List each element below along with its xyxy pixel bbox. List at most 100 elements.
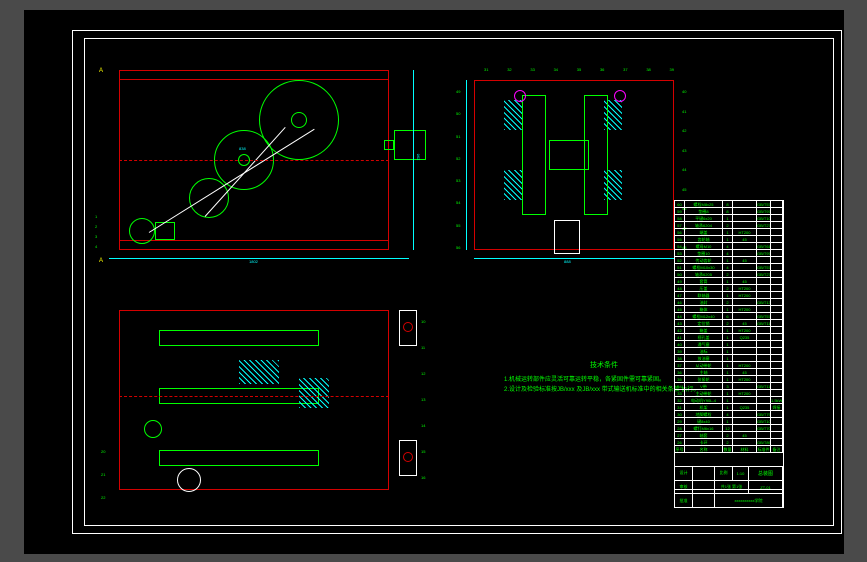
bom-cell-no: 52 bbox=[675, 257, 685, 263]
bom-cell-std bbox=[757, 292, 771, 298]
bom-cell-name: 端盖 bbox=[685, 229, 723, 235]
b53: 53 bbox=[456, 179, 460, 183]
bom-cell-note bbox=[771, 285, 783, 291]
bom-cell-note bbox=[771, 425, 783, 431]
bom-cell-material: Q235 bbox=[733, 404, 757, 410]
bom-cell-std: GB/T70.1 bbox=[757, 425, 771, 431]
bom-cell-note bbox=[771, 292, 783, 298]
bom-cell-material bbox=[733, 418, 757, 424]
bom-cell-material: HT200 bbox=[733, 229, 757, 235]
bom-cell-qty: 1 bbox=[723, 236, 733, 242]
b40: 40 bbox=[682, 90, 686, 94]
bom-cell-name: 卡环 bbox=[685, 439, 723, 445]
bom-cell-note bbox=[771, 222, 783, 228]
bom-cell-material bbox=[733, 425, 757, 431]
bom-cell-qty: 2 bbox=[723, 439, 733, 445]
b41: 41 bbox=[682, 110, 686, 114]
bom-header-row: 序号名称数量材料标准件备注 bbox=[675, 446, 783, 453]
bom-row: 50轴承62052GB/T276 bbox=[675, 271, 783, 278]
bom-cell-std: GB/T799 bbox=[757, 411, 771, 417]
b35: 35 bbox=[577, 68, 581, 72]
bom-cell-name: 传动齿轮 bbox=[685, 257, 723, 263]
bom-cell-std bbox=[757, 236, 771, 242]
pb11: 11 bbox=[421, 346, 425, 350]
bom-row: 55齿轮轴145 bbox=[675, 236, 783, 243]
bom-cell-qty: 3 bbox=[723, 383, 733, 389]
b36: 36 bbox=[600, 68, 604, 72]
bom-cell-qty: 2 bbox=[723, 299, 733, 305]
tb-drawn-lbl: 设计 bbox=[675, 467, 693, 480]
bom-cell-qty: 4 bbox=[723, 264, 733, 270]
frame-top-rail bbox=[119, 70, 389, 80]
bom-cell-material bbox=[733, 222, 757, 228]
bom-cell-no: 44 bbox=[675, 313, 685, 319]
bom-cell-qty: 1 bbox=[723, 404, 733, 410]
bom-row: 58平键6x201GB/T1096 bbox=[675, 215, 783, 222]
bom-cell-note bbox=[771, 341, 783, 347]
b49: 49 bbox=[456, 90, 460, 94]
bom-cell-name: 从动带轮 bbox=[685, 362, 723, 368]
pb21: 21 bbox=[101, 473, 105, 477]
dim-top-w-val: 888 bbox=[564, 260, 571, 264]
bom-cell-material: 45 bbox=[733, 432, 757, 438]
bom-cell-material bbox=[733, 341, 757, 347]
bom-cell-std bbox=[757, 369, 771, 375]
bom-cell-material: HT200 bbox=[733, 362, 757, 368]
bom-cell-no: 48 bbox=[675, 285, 685, 291]
bom-cell-material bbox=[733, 271, 757, 277]
b33: 33 bbox=[530, 68, 534, 72]
bom-cell-name: 压盖 bbox=[685, 285, 723, 291]
roller-3 bbox=[159, 450, 319, 466]
bom-cell-no: 29 bbox=[675, 418, 685, 424]
bom-cell-qty: 2 bbox=[723, 320, 733, 326]
bom-cell-std: GB/T11544 bbox=[757, 383, 771, 389]
bom-cell-note bbox=[771, 306, 783, 312]
b34: 34 bbox=[554, 68, 558, 72]
bom-cell-std bbox=[757, 285, 771, 291]
bom-cell-std bbox=[757, 278, 771, 284]
bom-cell-qty: 4 bbox=[723, 250, 733, 256]
bom-cell-material: HT200 bbox=[733, 327, 757, 333]
bom-cell-name: 油标 bbox=[685, 348, 723, 354]
bom-row: 42箱盖1HT200 bbox=[675, 327, 783, 334]
bom-cell-no: 56 bbox=[675, 229, 685, 235]
bom-cell-name: 电动机Y90L-4 bbox=[685, 397, 723, 403]
bom-cell-qty: 1 bbox=[723, 355, 733, 361]
bom-cell-no: 31 bbox=[675, 404, 685, 410]
bom-cell-material bbox=[733, 215, 757, 221]
bom-row: 29键8x401GB/T1096 bbox=[675, 418, 783, 425]
bom-cell-material: HT200 bbox=[733, 390, 757, 396]
tb-sheet: 共1张 第1张 bbox=[715, 481, 749, 494]
bom-cell-material: 45 bbox=[733, 278, 757, 284]
tb-appr-lbl: 批准 bbox=[675, 494, 693, 507]
bom-cell-material: 45 bbox=[733, 320, 757, 326]
bom-cell-std: GB/T6170 bbox=[757, 243, 771, 249]
bom-cell-no: 43 bbox=[675, 320, 685, 326]
bom-row: 41视孔盖1Q235 bbox=[675, 334, 783, 341]
bom-cell-no: 36 bbox=[675, 369, 685, 375]
driven-pulley-hub bbox=[291, 112, 307, 128]
bom-cell-note bbox=[771, 327, 783, 333]
bom-cell-no: 30 bbox=[675, 411, 685, 417]
bom-cell-no: 42 bbox=[675, 327, 685, 333]
bom-cell-material bbox=[733, 243, 757, 249]
pb13: 13 bbox=[421, 398, 425, 402]
bom-cell-std bbox=[757, 432, 771, 438]
bom-table: 60螺栓M8x258GB/T578259垫圈88GB/T97.158平键6x20… bbox=[674, 200, 784, 490]
bom-cell-material: 45 bbox=[733, 257, 757, 263]
bom-cell-material bbox=[733, 264, 757, 270]
b56: 56 bbox=[456, 246, 460, 250]
bom-cell-std bbox=[757, 390, 771, 396]
dim-top-h bbox=[466, 80, 467, 250]
bom-cell-std: GB/T276 bbox=[757, 271, 771, 277]
bom-cell-note bbox=[771, 236, 783, 242]
bom-cell-no: 37 bbox=[675, 362, 685, 368]
bom-cell-std bbox=[757, 348, 771, 354]
bom-cell-std bbox=[757, 404, 771, 410]
section-mark-A-top: A bbox=[99, 68, 103, 74]
bom-cell-std bbox=[757, 229, 771, 235]
bom-cell-no: 33 bbox=[675, 390, 685, 396]
tb-drawn-val bbox=[693, 467, 715, 480]
balloon-row-top: 31 32 33 34 35 36 37 38 39 bbox=[484, 68, 674, 72]
cad-model-space[interactable]: 1802 296 838 1 2 3 4 A A 888 31 32 3 bbox=[24, 10, 844, 554]
